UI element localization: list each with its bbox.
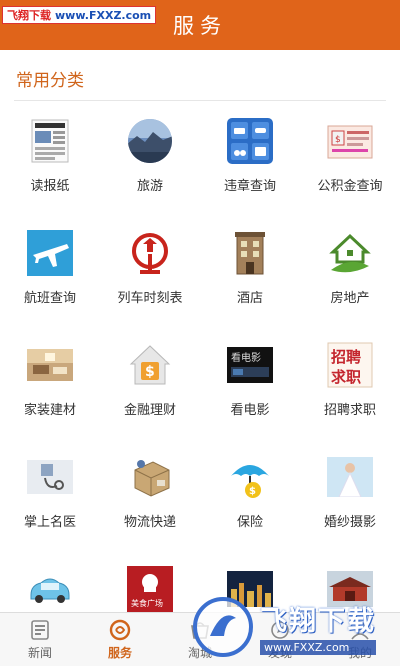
category-hotel[interactable]: 酒店 (200, 220, 300, 332)
nav-label: 服务 (107, 645, 132, 660)
service-icon (109, 619, 131, 641)
category-doctor[interactable]: 掌上名医 (0, 444, 100, 556)
category-grid: 读报纸 旅游 违章查询 $ 公积金查询 航班查询 列车时刻表 酒店 房地产 家装… (0, 108, 400, 666)
hotel-building-icon (227, 230, 273, 276)
category-home-decor[interactable]: 家装建材 (0, 332, 100, 444)
wedding-photo-icon (327, 454, 373, 500)
finance-house-icon: $ (127, 342, 173, 388)
nav-news[interactable]: 新闻 (0, 613, 80, 666)
svg-text:$: $ (335, 135, 341, 145)
category-train[interactable]: 列车时刻表 (100, 220, 200, 332)
category-label: 列车时刻表 (117, 291, 183, 306)
airplane-icon (27, 230, 73, 276)
category-row: 航班查询 列车时刻表 酒店 房地产 (0, 220, 400, 332)
delivery-package-icon (127, 454, 173, 500)
watermark-badge: 飞翔下载 www.FXXZ.com (2, 6, 157, 24)
category-finance[interactable]: $ 金融理财 (100, 332, 200, 444)
section-divider (14, 100, 386, 101)
svg-text:$: $ (145, 364, 155, 380)
category-insurance[interactable]: $ 保险 (200, 444, 300, 556)
svg-text:$: $ (249, 486, 256, 497)
food-plaza-text: 美食广场 (131, 598, 163, 608)
category-label: 航班查询 (23, 291, 76, 306)
nav-service[interactable]: 服务 (80, 613, 160, 666)
category-label: 金融理财 (123, 403, 176, 418)
category-label: 看电影 (230, 403, 270, 418)
category-label: 酒店 (236, 291, 263, 306)
interior-room-icon (27, 342, 73, 388)
watermark-overlay: 飞翔下载 www.FXXZ.com (192, 588, 397, 666)
section-title: 常用分类 (16, 71, 84, 91)
page-title: 服务 (173, 14, 227, 38)
housing-fund-icon: $ (327, 118, 373, 164)
category-label: 房地产 (330, 291, 370, 306)
category-label: 家装建材 (23, 403, 76, 418)
watermark-brand: 飞翔下载 (7, 9, 51, 22)
category-label: 旅游 (136, 179, 163, 194)
traffic-violation-icon (227, 118, 273, 164)
newspaper-icon (27, 118, 73, 164)
category-movie[interactable]: 看电影 看电影 (200, 332, 300, 444)
movie-icon: 看电影 (227, 342, 273, 388)
category-label: 物流快递 (123, 515, 176, 530)
news-icon (29, 619, 51, 641)
category-label: 婚纱摄影 (323, 515, 376, 530)
food-plaza-icon: 美食广场 (127, 566, 173, 612)
category-traffic-violation[interactable]: 违章查询 (200, 108, 300, 220)
category-wedding-photo[interactable]: 婚纱摄影 (300, 444, 400, 556)
recruitment-icon: 招聘 求职 (327, 342, 373, 388)
house-leaf-icon (327, 230, 373, 276)
category-row: 家装建材 $ 金融理财 看电影 看电影 招聘 求职 招聘求职 (0, 332, 400, 444)
category-label: 违章查询 (223, 179, 276, 194)
category-row: 读报纸 旅游 违章查询 $ 公积金查询 (0, 108, 400, 220)
category-newspaper[interactable]: 读报纸 (0, 108, 100, 220)
travel-photo-icon (127, 118, 173, 164)
svg-text:招聘: 招聘 (331, 348, 361, 366)
nav-label: 新闻 (27, 645, 52, 660)
watermark-text: 飞翔下载 www.FXXZ.com (260, 599, 376, 655)
category-delivery[interactable]: 物流快递 (100, 444, 200, 556)
category-label: 招聘求职 (323, 403, 376, 418)
category-row: 掌上名医 物流快递 $ 保险 婚纱摄影 (0, 444, 400, 556)
category-recruitment[interactable]: 招聘 求职 招聘求职 (300, 332, 400, 444)
medical-icon (27, 454, 73, 500)
car-icon (27, 566, 73, 612)
svg-text:看电影: 看电影 (231, 351, 261, 364)
umbrella-icon: $ (227, 454, 273, 500)
watermark-url: www.FXXZ.com (260, 640, 376, 655)
category-flight[interactable]: 航班查询 (0, 220, 100, 332)
app-screen: 服务 飞翔下载 www.FXXZ.com 常用分类 读报纸 旅游 违章查询 $ … (0, 0, 400, 666)
category-real-estate[interactable]: 房地产 (300, 220, 400, 332)
category-travel[interactable]: 旅游 (100, 108, 200, 220)
category-label: 掌上名医 (23, 515, 76, 530)
category-label: 读报纸 (30, 179, 70, 194)
category-label: 公积金查询 (317, 179, 383, 194)
category-label: 保险 (236, 515, 263, 530)
svg-text:求职: 求职 (331, 368, 361, 386)
watermark-site: www.FXXZ.com (55, 8, 152, 22)
watermark-brand-large: 飞翔下载 (260, 606, 376, 637)
category-housing-fund[interactable]: $ 公积金查询 (300, 108, 400, 220)
watermark-logo-icon (193, 597, 253, 657)
railway-logo-icon (127, 230, 173, 276)
